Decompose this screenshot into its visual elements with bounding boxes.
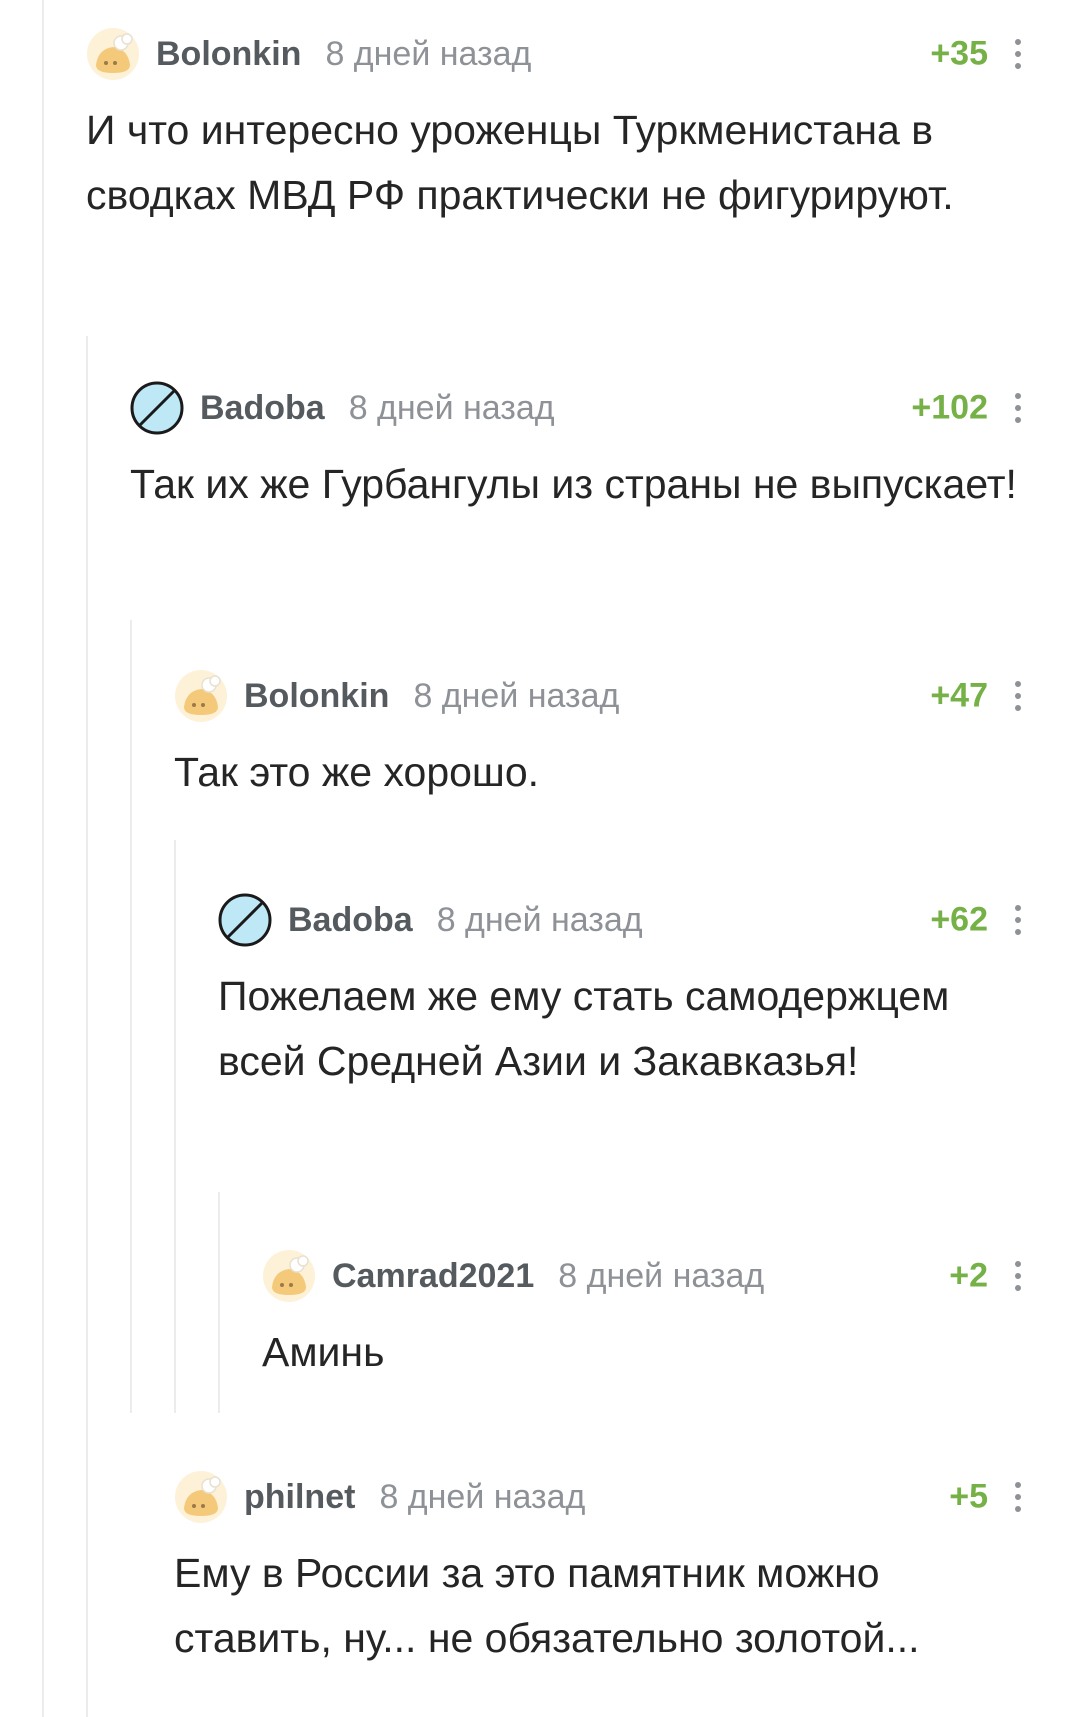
thread-line [218,1192,220,1413]
comment-time[interactable]: 8 дней назад [437,901,643,940]
more-options-icon[interactable] [1004,388,1032,428]
more-options-icon[interactable] [1004,676,1032,716]
comment-header: Bolonkin 8 дней назад +47 [174,666,1080,726]
comment-rating: +5 [949,1477,988,1516]
comment-header: Bolonkin 8 дней назад +35 [86,24,1080,84]
default-avatar-icon[interactable] [174,1470,228,1524]
comment-text: Пожелаем же ему стать самодержцем всей С… [218,973,950,1084]
comment-text: Ему в России за это памятник можно стави… [174,1550,920,1661]
comment: Badoba 8 дней назад +62 Пожелаем же ему … [218,890,1080,1094]
comment-rating: +102 [911,388,988,427]
comment-text: Так их же Гурбангулы из страны не выпуск… [130,461,1017,507]
more-options-icon[interactable] [1004,34,1032,74]
comment-text: Аминь [262,1329,385,1375]
comment: philnet 8 дней назад +5 Ему в России за … [174,1467,1080,1671]
thread-line [42,0,44,1717]
thread-line [130,620,132,1413]
comment-text: И что интересно уроженцы Туркменистана в… [86,107,954,218]
comment-text: Так это же хорошо. [174,749,540,795]
username[interactable]: Bolonkin [244,677,389,716]
comment: Camrad2021 8 дней назад +2 Аминь [262,1246,1080,1385]
comment-time[interactable]: 8 дней назад [558,1257,764,1296]
username[interactable]: Bolonkin [156,35,301,74]
default-avatar-icon[interactable] [174,669,228,723]
comment-header: Camrad2021 8 дней назад +2 [262,1246,1080,1306]
comment-header: Badoba 8 дней назад +102 [130,378,1080,438]
comment-time[interactable]: 8 дней назад [379,1478,585,1517]
comment: Bolonkin 8 дней назад +35 И что интересн… [86,24,1080,228]
default-avatar-icon[interactable] [262,1249,316,1303]
default-avatar-icon[interactable] [86,27,140,81]
comment-rating: +2 [949,1256,988,1295]
more-options-icon[interactable] [1004,900,1032,940]
prohibited-sign-avatar-icon[interactable] [218,893,272,947]
comment-rating: +35 [930,34,988,73]
comment-time[interactable]: 8 дней назад [325,35,531,74]
username[interactable]: Camrad2021 [332,1257,534,1296]
username[interactable]: philnet [244,1478,355,1517]
comment-header: philnet 8 дней назад +5 [174,1467,1080,1527]
thread-line [86,336,88,1717]
comment: Bolonkin 8 дней назад +47 Так это же хор… [174,666,1080,805]
comment-time[interactable]: 8 дней назад [349,389,555,428]
username[interactable]: Badoba [288,901,413,940]
comment-header: Badoba 8 дней назад +62 [218,890,1080,950]
comment: Badoba 8 дней назад +102 Так их же Гурба… [130,378,1080,517]
comment-rating: +47 [930,676,988,715]
username[interactable]: Badoba [200,389,325,428]
more-options-icon[interactable] [1004,1477,1032,1517]
thread-line [174,840,176,1413]
more-options-icon[interactable] [1004,1256,1032,1296]
comment-time[interactable]: 8 дней назад [413,677,619,716]
prohibited-sign-avatar-icon[interactable] [130,381,184,435]
comment-rating: +62 [930,900,988,939]
